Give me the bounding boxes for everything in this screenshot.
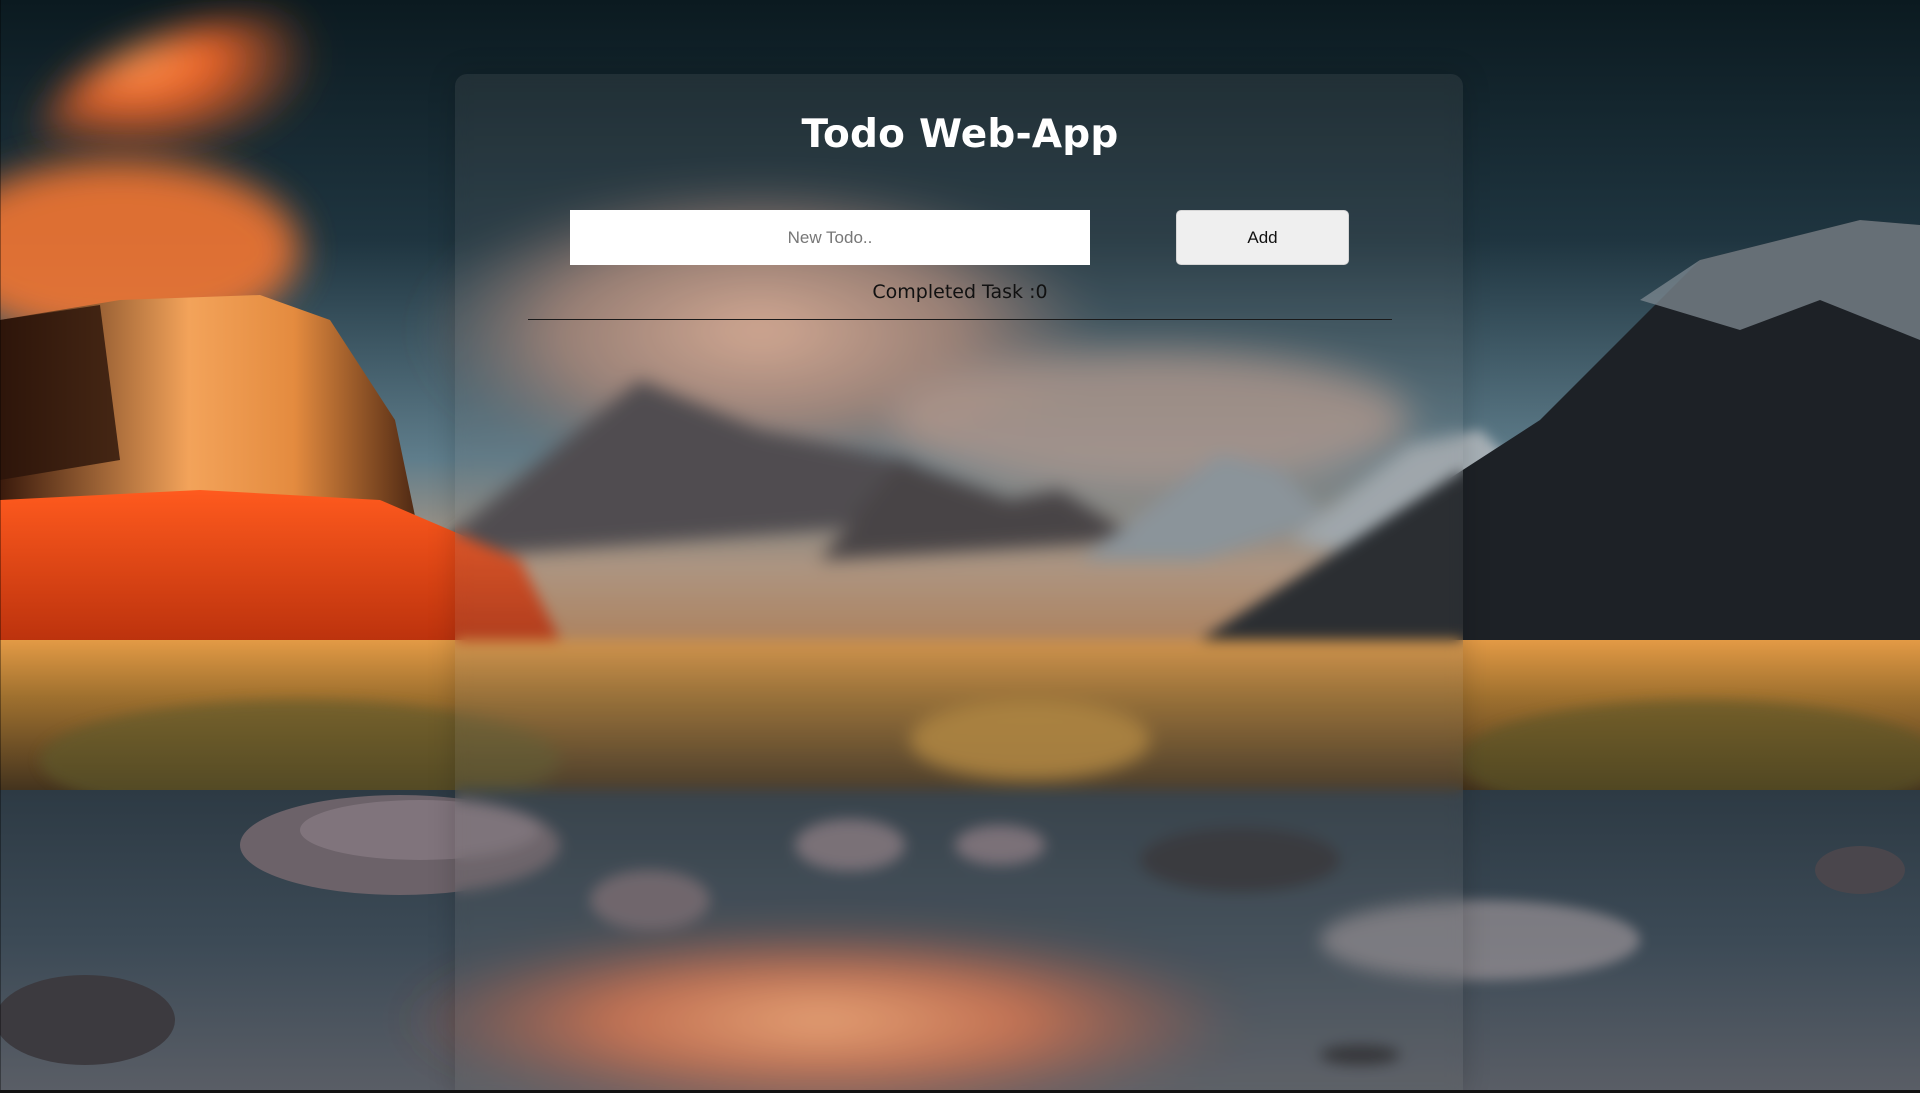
completed-task-count: Completed Task :0 <box>872 281 1048 303</box>
page-title: Todo Web-App <box>801 112 1119 157</box>
left-edge-line <box>0 0 1 1093</box>
new-todo-input[interactable] <box>570 210 1090 265</box>
app-root: Todo Web-App Add Completed Task :0 <box>0 0 1920 1093</box>
divider <box>528 319 1392 320</box>
add-todo-button[interactable]: Add <box>1176 210 1349 265</box>
